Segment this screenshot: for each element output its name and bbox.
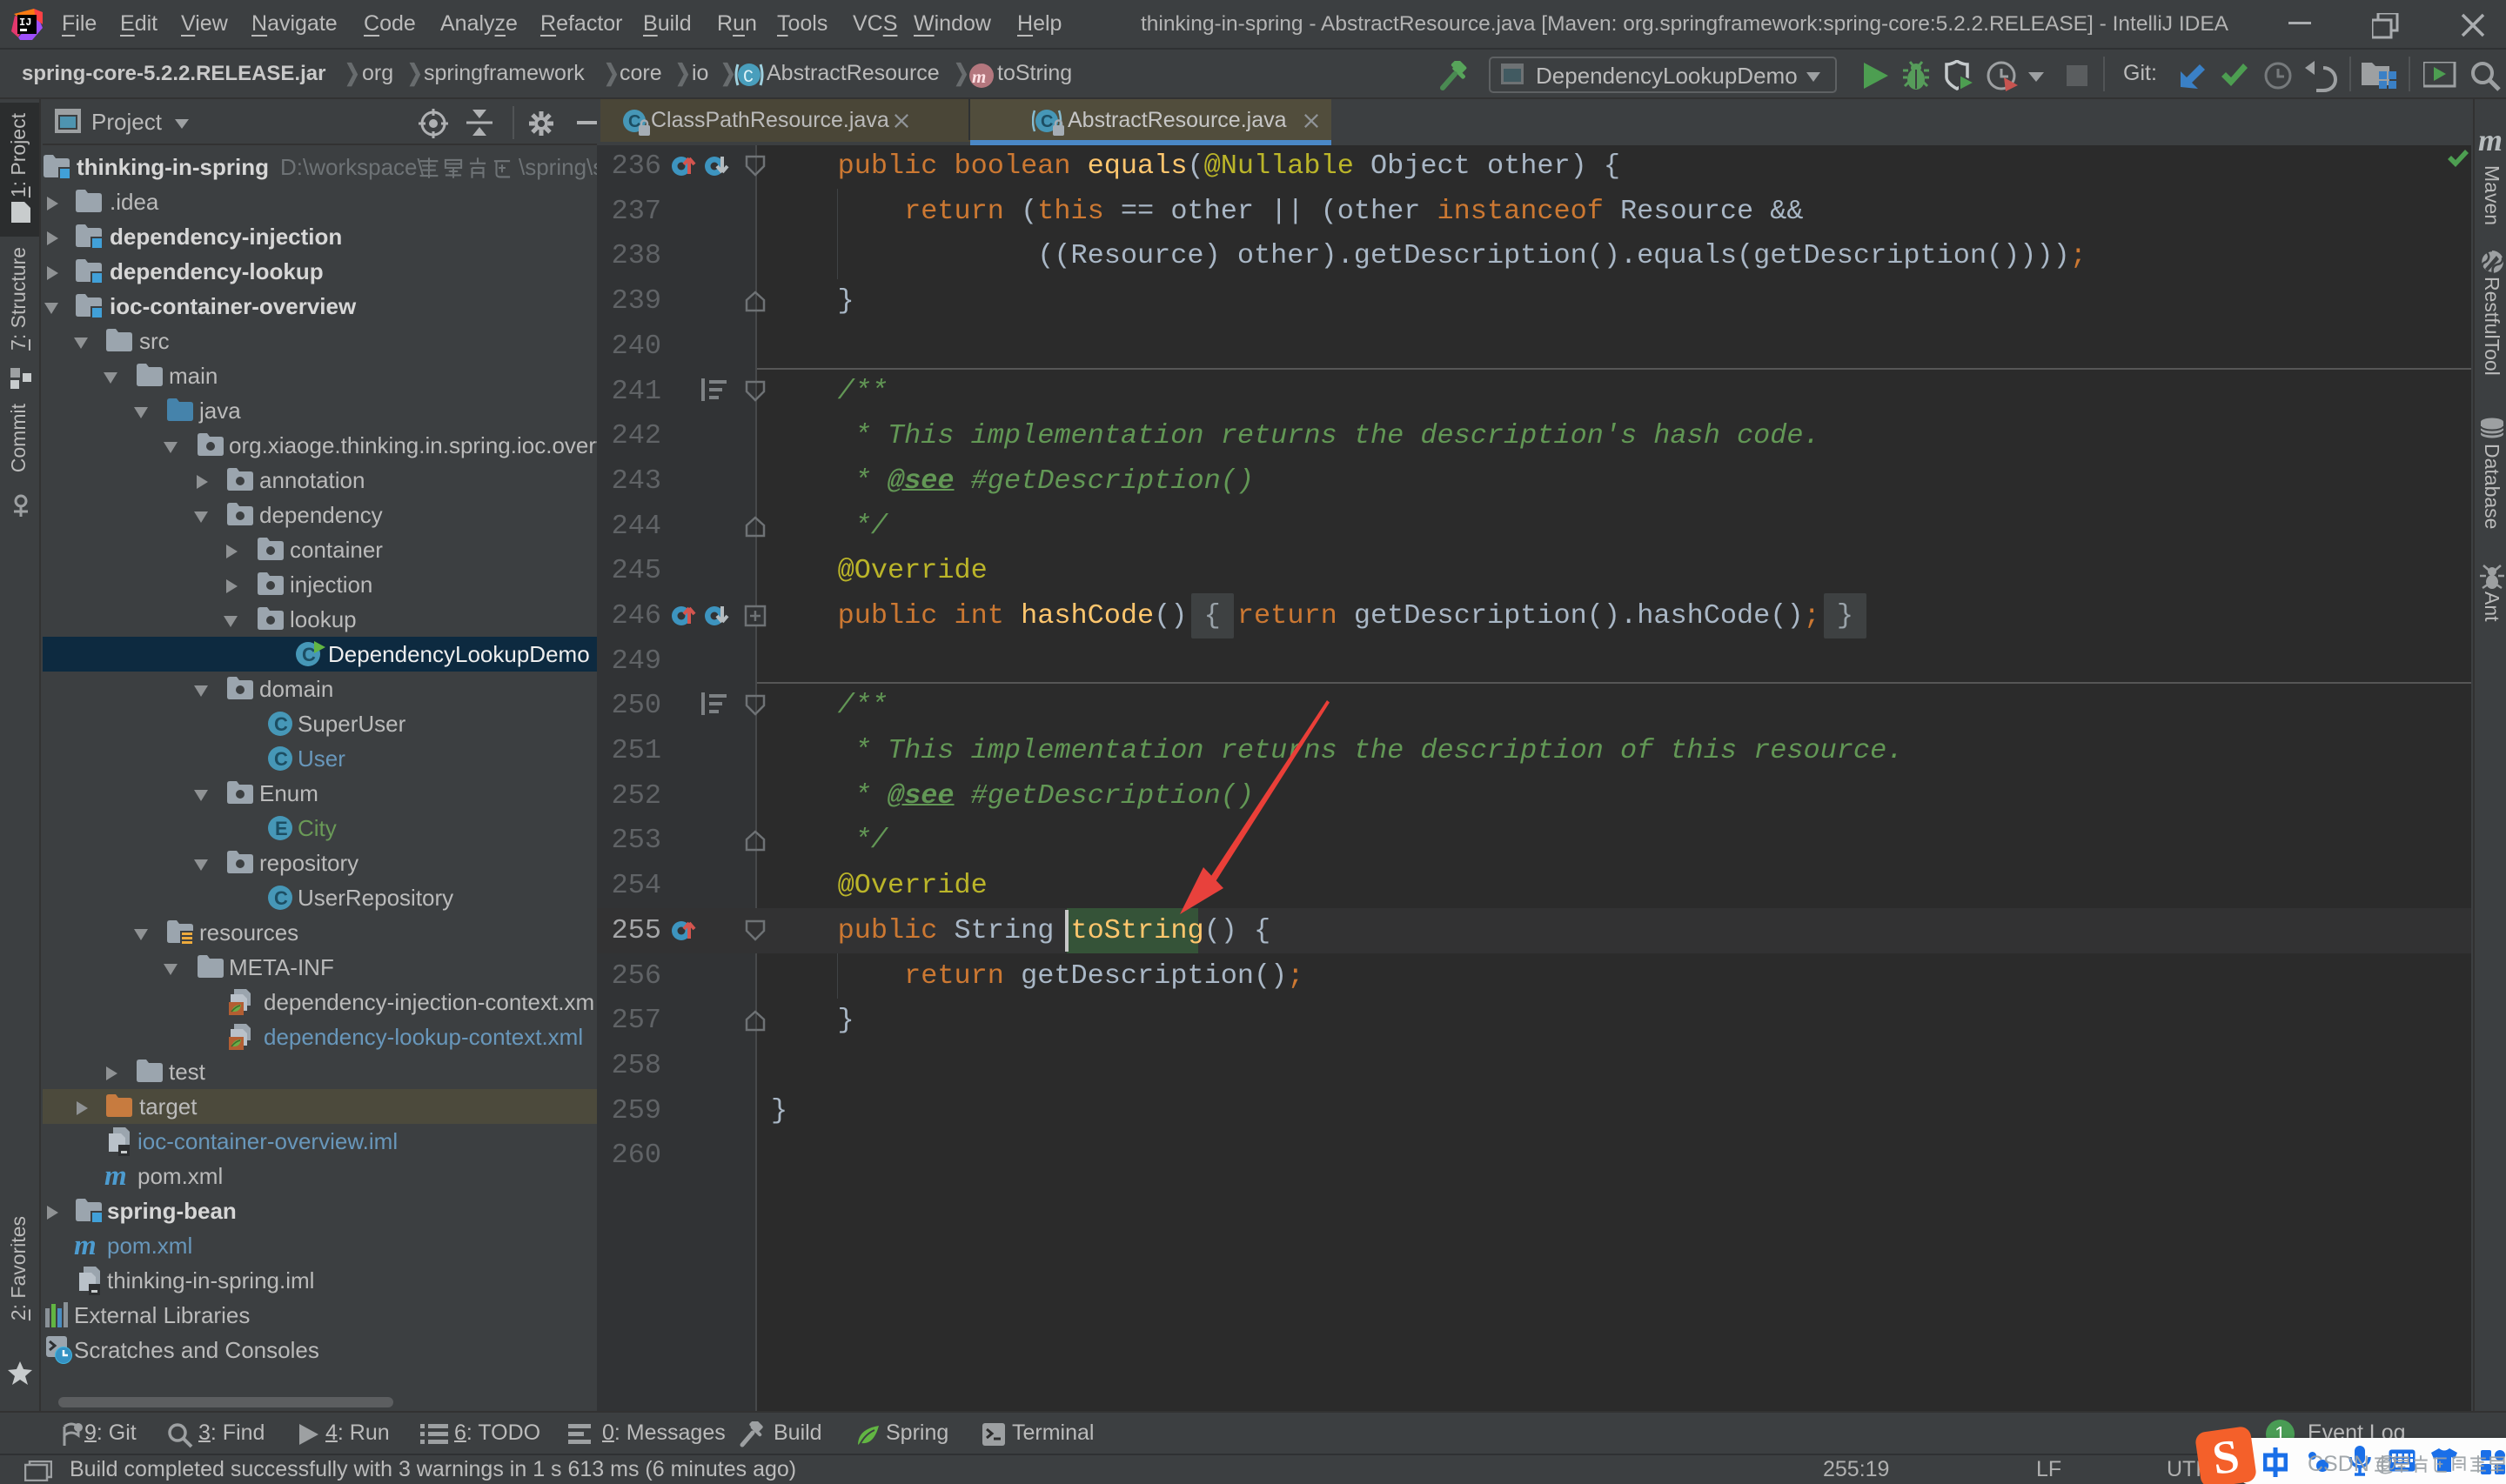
svg-text:E: E: [275, 818, 288, 839]
svg-text:C: C: [274, 748, 288, 770]
svg-text:m: m: [972, 66, 986, 87]
svg-text:C: C: [1041, 112, 1053, 131]
svg-text:C: C: [743, 68, 754, 88]
svg-text:IJ: IJ: [19, 17, 31, 29]
svg-text:C: C: [274, 713, 288, 735]
svg-text:C: C: [302, 644, 316, 665]
svg-text:C: C: [274, 887, 288, 909]
